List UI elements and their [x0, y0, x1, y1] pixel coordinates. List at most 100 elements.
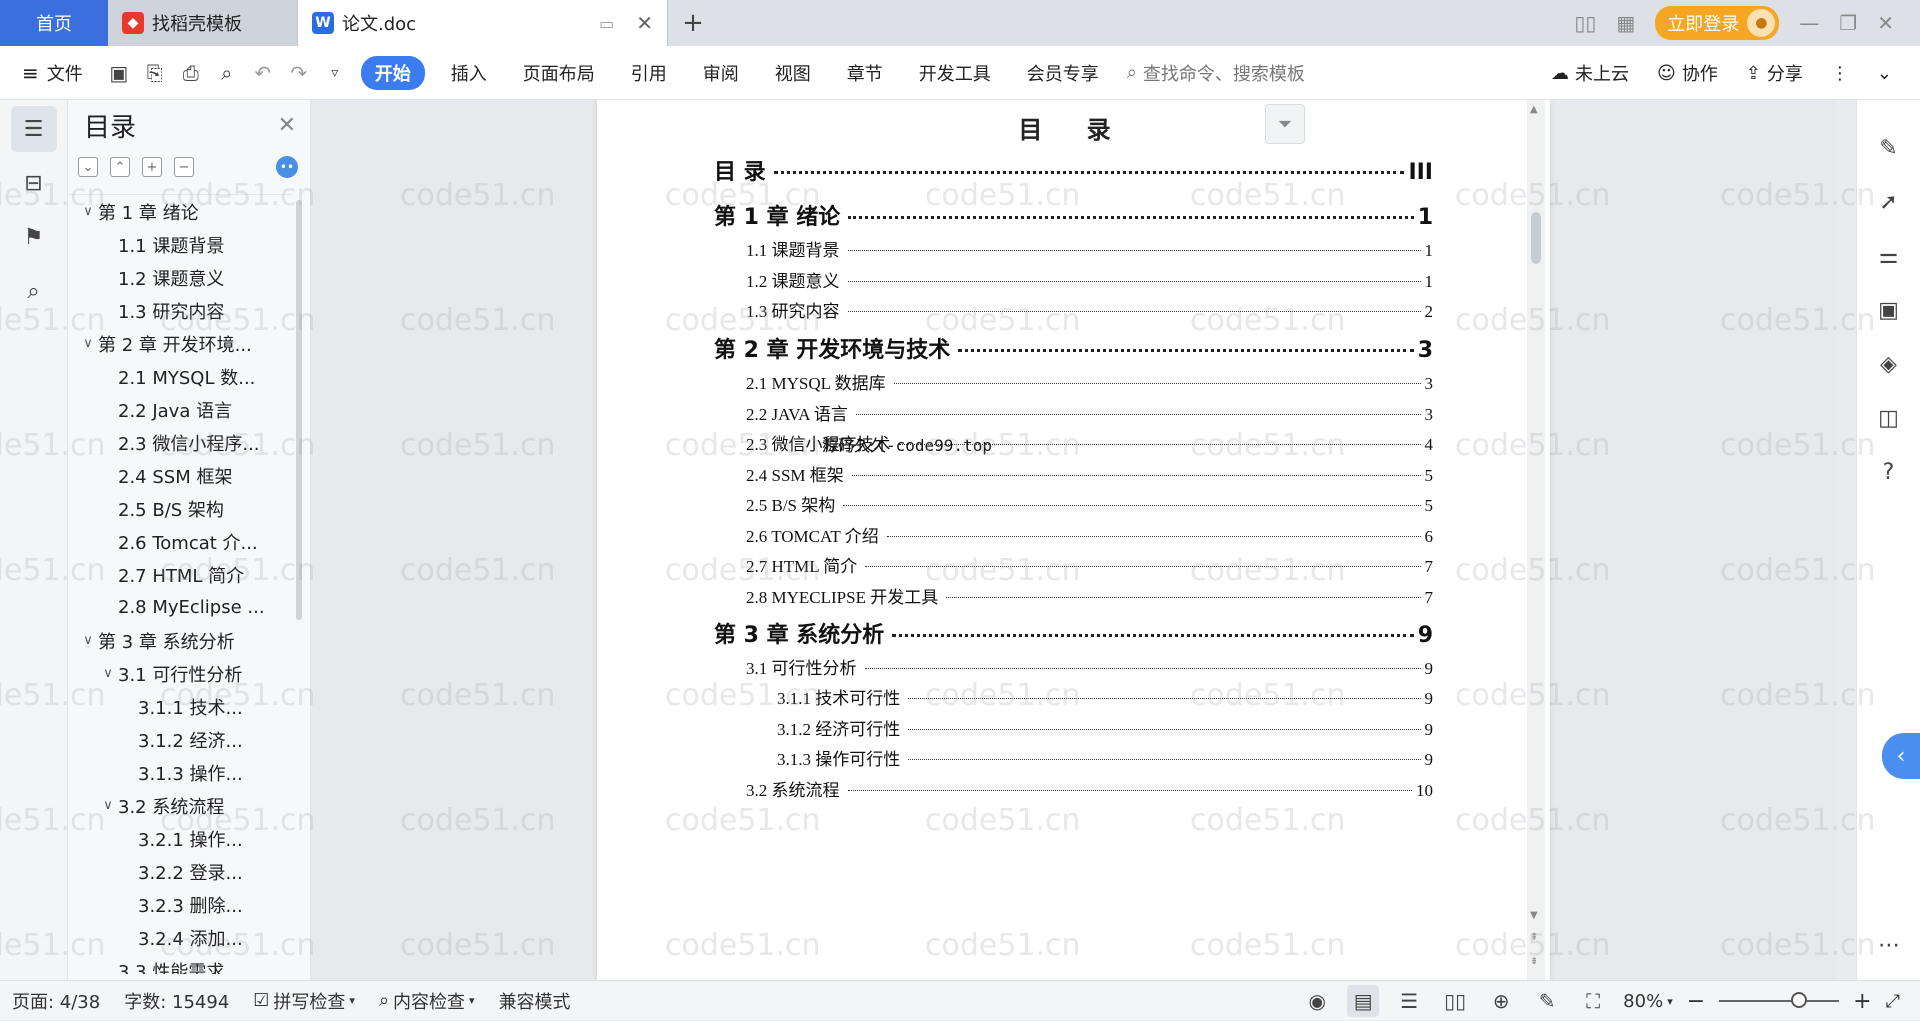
zoom-slider-knob[interactable]: [1791, 992, 1808, 1008]
toc-entry[interactable]: 1.3 研究内容 2: [746, 297, 1433, 322]
chevron-down-icon[interactable]: ∨: [98, 798, 118, 813]
redo-icon[interactable]: ↷: [281, 55, 317, 91]
toc-tree-item[interactable]: 2.1 MYSQL 数...: [68, 360, 292, 393]
zoom-slider[interactable]: [1719, 992, 1840, 1008]
new-tab-button[interactable]: +: [668, 0, 718, 46]
expand-all-icon[interactable]: ⌄: [78, 157, 98, 177]
side-panel-toggle-icon[interactable]: ‹: [1882, 733, 1920, 779]
smart-toc-icon[interactable]: ••: [276, 156, 298, 178]
word-count[interactable]: 字数: 15494: [112, 988, 241, 1014]
tab-member[interactable]: 会员专享: [1009, 60, 1117, 86]
select-cursor-icon[interactable]: ➚: [1869, 182, 1909, 222]
toc-entry[interactable]: 1.1 课题背景 1: [746, 236, 1433, 261]
tab-home[interactable]: 首页: [0, 0, 108, 46]
toc-nav-icon[interactable]: ☰: [10, 106, 57, 152]
toc-entry[interactable]: 3.1.3 操作可行性 9: [777, 745, 1433, 770]
scroll-thumb[interactable]: [1531, 212, 1541, 264]
toc-entry[interactable]: 1.2 课题意义 1: [746, 267, 1433, 292]
toc-tree-item[interactable]: 3.2.2 登录...: [68, 855, 292, 888]
toc-tree-item[interactable]: 2.7 HTML 简介: [68, 558, 292, 591]
more-icon[interactable]: ⋮: [1831, 63, 1849, 84]
toc-tree-item[interactable]: ∨ 第 1 章 绪论: [68, 195, 292, 228]
read-view-icon[interactable]: ▯▯: [1439, 985, 1471, 1017]
toc-tree-item[interactable]: 3.1.3 操作...: [68, 756, 292, 789]
toc-tree-item[interactable]: 3.3 性能需求: [68, 954, 292, 975]
toc-tree-item[interactable]: 3.2.1 操作...: [68, 822, 292, 855]
toc-entry[interactable]: 2.6 TOMCAT 介绍 6: [746, 522, 1433, 547]
write-mode-icon[interactable]: ✎: [1531, 985, 1563, 1017]
toc-entry[interactable]: 3.1.1 技术可行性 9: [777, 684, 1433, 709]
undo-icon[interactable]: ↶: [245, 55, 281, 91]
print-icon[interactable]: ⎙: [173, 55, 209, 91]
collapse-all-icon[interactable]: ⌃: [110, 157, 130, 177]
chevron-down-icon[interactable]: ∨: [78, 204, 98, 219]
tab-start[interactable]: 开始: [360, 55, 425, 90]
toc-tree-item[interactable]: 3.1.1 技术...: [68, 690, 292, 723]
toc-entry[interactable]: 3.1 可行性分析 9: [746, 654, 1433, 679]
filter-icon[interactable]: ⏷: [1265, 104, 1305, 144]
image-tool-icon[interactable]: ▣: [1869, 290, 1909, 330]
toc-tree-item[interactable]: ∨ 第 3 章 系统分析: [68, 624, 292, 657]
content-check-button[interactable]: ⌕ 内容检查 ▾: [367, 988, 487, 1014]
chevron-down-icon[interactable]: ∨: [78, 633, 98, 648]
page-view-icon[interactable]: ▤: [1347, 985, 1380, 1017]
toc-entry[interactable]: 2.2 JAVA 语言 3: [746, 400, 1433, 425]
prev-page-icon[interactable]: ⇞: [1530, 932, 1538, 943]
ai-icon[interactable]: ◈: [1869, 344, 1909, 384]
toc-tree-item[interactable]: 3.1.2 经济...: [68, 723, 292, 756]
toc-entry[interactable]: 2.5 B/S 架构 5: [746, 491, 1433, 516]
fullscreen-icon[interactable]: ⤢: [1886, 991, 1900, 1012]
toc-entry[interactable]: 2.3 微信小程序技术 4: [746, 430, 1433, 455]
toc-tree-item[interactable]: 1.1 课题背景: [68, 228, 292, 261]
eye-protect-icon[interactable]: ◉: [1301, 985, 1333, 1017]
toc-tree-item[interactable]: 2.5 B/S 架构: [68, 492, 292, 525]
cloud-status[interactable]: ☁ 未上云: [1551, 60, 1629, 86]
collapse-ribbon-icon[interactable]: ⌄: [1877, 63, 1892, 84]
zoom-in-icon[interactable]: +: [1853, 989, 1871, 1014]
more-tools-icon[interactable]: ⋯: [1869, 925, 1909, 965]
layout-icon[interactable]: ▯▯: [1574, 11, 1596, 35]
tab-template[interactable]: ◆ 找稻壳模板: [108, 0, 298, 46]
tab-developer[interactable]: 开发工具: [901, 60, 1009, 86]
tab-page-layout[interactable]: 页面布局: [505, 60, 613, 86]
spell-check-button[interactable]: ☑ 拼写检查 ▾: [241, 988, 367, 1014]
toc-entry[interactable]: 第 1 章 绪论 1: [714, 199, 1433, 231]
fit-page-icon[interactable]: ⛶: [1577, 985, 1609, 1017]
toc-entry[interactable]: 3.2 系统流程 10: [746, 776, 1433, 801]
vertical-scrollbar[interactable]: ▲ ▼ ⇞ ⇟: [1527, 100, 1545, 980]
close-icon[interactable]: ✕: [278, 113, 296, 138]
toc-tree-item[interactable]: ∨ 3.2 系统流程: [68, 789, 292, 822]
toc-entry[interactable]: 2.8 MYECLIPSE 开发工具 7: [746, 583, 1433, 608]
print-preview-icon[interactable]: ⌕: [209, 55, 245, 91]
section-nav-icon[interactable]: ⊟: [11, 160, 57, 206]
tab-insert[interactable]: 插入: [433, 60, 505, 86]
chevron-down-icon[interactable]: ∨: [78, 336, 98, 351]
toc-tree-item[interactable]: 1.3 研究内容: [68, 294, 292, 327]
export-icon[interactable]: ⎘: [137, 55, 173, 91]
toc-tree-item[interactable]: 2.6 Tomcat 介...: [68, 525, 292, 558]
save-icon[interactable]: ▣: [101, 55, 137, 91]
web-view-icon[interactable]: ⊕: [1485, 985, 1517, 1017]
toc-tree-item[interactable]: ∨ 第 2 章 开发环境...: [68, 327, 292, 360]
zoom-out-icon[interactable]: −: [1687, 989, 1705, 1014]
tab-view[interactable]: 视图: [757, 60, 829, 86]
review-icon[interactable]: ◫: [1869, 398, 1909, 438]
toc-tree-item[interactable]: 2.2 Java 语言: [68, 393, 292, 426]
toc-tree-item[interactable]: 2.8 MyEclipse ...: [68, 591, 292, 624]
more-dropdown-icon[interactable]: ▿: [317, 55, 353, 91]
help-icon[interactable]: ?: [1869, 452, 1909, 492]
tab-close-icon[interactable]: ✕: [636, 11, 653, 35]
toc-entry[interactable]: 目 录 III: [714, 154, 1433, 186]
toc-entry[interactable]: 2.4 SSM 框架 5: [746, 461, 1433, 486]
toc-tree-item[interactable]: 3.2.4 添加...: [68, 921, 292, 954]
page-count[interactable]: 页面: 4/38: [0, 988, 112, 1014]
next-page-icon[interactable]: ⇟: [1530, 956, 1538, 967]
tab-references[interactable]: 引用: [613, 60, 685, 86]
zoom-level[interactable]: 80% ▾: [1623, 991, 1673, 1012]
pen-icon[interactable]: ✎: [1869, 128, 1909, 168]
toc-tree-item[interactable]: 1.2 课题意义: [68, 261, 292, 294]
collab-button[interactable]: ☺ 协作: [1657, 60, 1718, 86]
close-window-icon[interactable]: ✕: [1877, 11, 1894, 35]
toc-tree-item[interactable]: 2.3 微信小程序...: [68, 426, 292, 459]
settings-sliders-icon[interactable]: ⚌: [1869, 236, 1909, 276]
